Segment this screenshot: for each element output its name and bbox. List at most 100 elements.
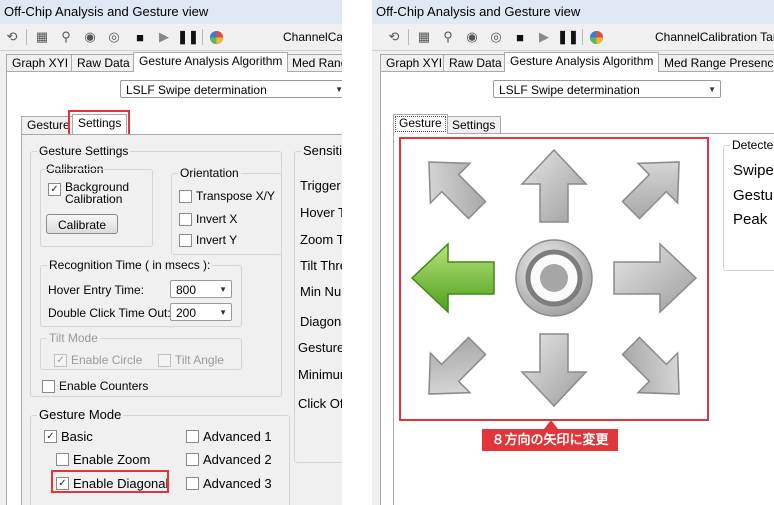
tab-gesture-analysis[interactable]: Gesture Analysis Algorithm — [133, 52, 289, 72]
background-calibration-checkbox[interactable]: ✓ Background Calibration — [48, 181, 135, 205]
checkbox-box — [186, 453, 199, 466]
sensitivity-item: Minimum — [298, 367, 342, 382]
transpose-label: Transpose X/Y — [196, 189, 275, 203]
chip-icon[interactable]: ▦ — [416, 29, 432, 45]
tab-page: LSLF Swipe determination ▼ Gesture Setti… — [6, 71, 342, 505]
tab-gesture-analysis[interactable]: Gesture Analysis Algorithm — [504, 52, 660, 72]
record-icon[interactable]: ◎ — [106, 29, 122, 45]
up-right-arrow-icon — [605, 141, 705, 231]
background-calibration-label: Background Calibration — [65, 180, 130, 206]
chevron-down-icon: ▼ — [335, 85, 342, 94]
gesture-settings-title: Gesture Settings — [37, 144, 131, 158]
sensitivity-item: Tilt Thre — [300, 258, 342, 273]
stop-icon[interactable]: ■ — [512, 29, 528, 45]
toolbar: ⟲ ▦ ⚲ ◉ ◎ ■ ▶ ❚❚ ChannelCalibration Tar — [372, 24, 774, 51]
network-icon[interactable]: ◉ — [464, 29, 480, 45]
undo-icon[interactable]: ⟲ — [386, 29, 402, 45]
chip-icon[interactable]: ▦ — [34, 29, 50, 45]
hover-entry-label: Hover Entry Time: — [48, 283, 145, 297]
pie-chart-icon[interactable] — [208, 29, 224, 45]
chevron-down-icon: ▼ — [219, 308, 227, 317]
checkbox-box — [56, 453, 69, 466]
checkbox-box: ✓ — [54, 353, 67, 367]
enable-zoom-checkbox[interactable]: Enable Zoom — [56, 452, 150, 467]
tab-med-range[interactable]: Med Rang — [286, 54, 342, 72]
window-title: Off-Chip Analysis and Gesture view — [0, 0, 342, 24]
down-arrow-icon — [504, 325, 604, 415]
hover-entry-select[interactable]: 800 ▼ — [170, 280, 232, 298]
advanced-3-checkbox[interactable]: Advanced 3 — [186, 476, 272, 491]
sensitivity-item: Trigger T — [300, 178, 342, 193]
invert-x-checkbox[interactable]: Invert X — [179, 212, 237, 226]
detected-swipe: Swipe — [733, 162, 774, 179]
up-arrow-icon — [504, 141, 604, 231]
main-tabs: Graph XYI Raw Data Gesture Analysis Algo… — [380, 52, 774, 72]
link-icon[interactable]: ⚲ — [440, 29, 456, 45]
sensitivity-group: Sensitiv — [294, 144, 342, 463]
up-left-arrow-icon — [403, 141, 503, 231]
subtab-gesture[interactable]: Gesture — [393, 114, 448, 134]
advanced-3-label: Advanced 3 — [203, 476, 272, 491]
enable-circle-checkbox[interactable]: ✓ Enable Circle — [54, 353, 142, 367]
toolbar: ⟲ ▦ ⚲ ◉ ◎ ■ ▶ ❚❚ ChannelCalib — [0, 24, 342, 51]
tab-med-range-presence[interactable]: Med Range Presence — [658, 54, 774, 72]
orientation-title: Orientation — [178, 166, 241, 180]
subtab-settings[interactable]: Settings — [72, 114, 128, 134]
tilt-angle-checkbox[interactable]: Tilt Angle — [158, 353, 224, 367]
toolbar-separator — [202, 29, 203, 45]
sensitivity-item: Hover Th — [300, 205, 342, 220]
tab-raw-data[interactable]: Raw Data — [443, 54, 508, 72]
tab-page: LSLF Swipe determination ▼ Gesture Setti… — [380, 71, 774, 505]
algorithm-select[interactable]: LSLF Swipe determination ▼ — [493, 80, 721, 98]
tab-raw-data[interactable]: Raw Data — [71, 54, 136, 72]
transpose-checkbox[interactable]: Transpose X/Y — [179, 189, 275, 203]
checkbox-box — [179, 233, 192, 247]
chevron-down-icon: ▼ — [708, 85, 716, 94]
pie-chart-icon[interactable] — [588, 29, 604, 45]
pause-icon[interactable]: ❚❚ — [177, 29, 199, 45]
double-click-select[interactable]: 200 ▼ — [170, 303, 232, 321]
checkbox-box — [179, 189, 192, 203]
link-icon[interactable]: ⚲ — [58, 29, 74, 45]
enable-circle-label: Enable Circle — [71, 353, 143, 367]
sensitivity-item: Diagona — [300, 314, 342, 329]
checkbox-box — [186, 477, 199, 490]
algorithm-select[interactable]: LSLF Swipe determination ▼ — [120, 80, 342, 98]
stop-icon[interactable]: ■ — [132, 29, 148, 45]
down-left-arrow-icon — [403, 325, 503, 415]
tab-graph-xyi[interactable]: Graph XYI — [380, 54, 449, 72]
basic-label: Basic — [61, 429, 93, 444]
toolbar-separator — [408, 29, 409, 45]
right-window: Off-Chip Analysis and Gesture view ⟲ ▦ ⚲… — [372, 0, 774, 505]
invert-y-checkbox[interactable]: Invert Y — [179, 233, 237, 247]
enable-diagonal-highlight — [51, 470, 169, 493]
right-arrow-icon — [605, 233, 705, 323]
tilt-title: Tilt Mode — [47, 331, 100, 345]
subtab-settings[interactable]: Settings — [446, 116, 502, 134]
undo-icon[interactable]: ⟲ — [4, 29, 20, 45]
enable-zoom-label: Enable Zoom — [73, 452, 151, 467]
sensitivity-item: Zoom Th — [300, 232, 342, 247]
checkbox-box — [179, 212, 192, 226]
calibrate-button[interactable]: Calibrate — [46, 214, 118, 234]
advanced-1-checkbox[interactable]: Advanced 1 — [186, 429, 272, 444]
callout-label: ８方向の矢印に変更 — [482, 429, 618, 451]
gesture-mode-title: Gesture Mode — [37, 407, 124, 422]
toolbar-separator — [26, 29, 27, 45]
enable-counters-label: Enable Counters — [59, 379, 149, 393]
play-icon[interactable]: ▶ — [536, 29, 552, 45]
network-icon[interactable]: ◉ — [82, 29, 98, 45]
record-icon[interactable]: ◎ — [488, 29, 504, 45]
arrow-grid — [403, 141, 705, 417]
pause-icon[interactable]: ❚❚ — [557, 29, 579, 45]
play-icon[interactable]: ▶ — [156, 29, 172, 45]
basic-checkbox[interactable]: ✓ Basic — [44, 429, 93, 444]
channel-calibration-label: ChannelCalib — [283, 30, 342, 44]
callout-pointer — [544, 420, 558, 429]
invert-x-label: Invert X — [196, 212, 238, 226]
tab-graph-xyi[interactable]: Graph XYI — [6, 54, 75, 72]
enable-counters-checkbox[interactable]: Enable Counters — [42, 379, 148, 393]
sensitivity-title: Sensitiv — [301, 144, 342, 158]
down-right-arrow-icon — [605, 325, 705, 415]
advanced-2-checkbox[interactable]: Advanced 2 — [186, 452, 272, 467]
